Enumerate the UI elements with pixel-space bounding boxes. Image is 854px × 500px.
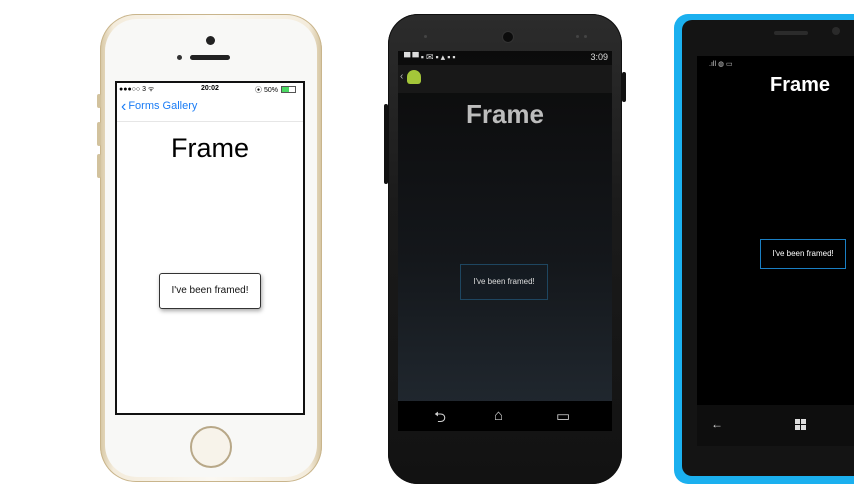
ios-carrier-signal: ●●●○○ 3 ᯤ [119,86,155,93]
android-sensor [424,35,427,38]
wp-front-camera [832,27,840,35]
ios-navigation-bar: ‹ Forms Gallery [117,97,303,122]
android-sensor [584,35,587,38]
android-up-icon[interactable]: ‹ [400,71,403,82]
android-screen: ▀▀▪✉▪▴▪▪ 3:09 ‹ Frame I've been framed! … [398,51,612,431]
android-page-title: Frame [465,99,545,129]
wp-frame-box: I've been framed! [760,239,846,269]
windows-phone-device: .ıll ◍ ▭ Frame I've been framed! ← [674,14,854,484]
earpiece-speaker [190,55,230,60]
recent-apps-icon[interactable]: ▭ [556,407,570,425]
proximity-sensor [177,55,182,60]
mute-switch [97,94,101,108]
android-notification-icons: ▀▀▪✉▪▴▪▪ [404,52,458,62]
android-action-bar: ‹ [398,65,612,93]
android-navigation-bar: ⮌ ⌂ ▭ [398,401,612,431]
volume-up-button [97,122,101,146]
wp-screen: .ıll ◍ ▭ Frame I've been framed! ← [697,56,854,446]
android-frame-label: I've been framed! [473,277,535,286]
back-icon[interactable]: ⮌ [434,407,446,431]
ios-clock: 20:02 [201,85,219,92]
ios-screen: ●●●○○ 3 ᯤ 20:02 ⦿ 50% ‹ Forms Gallery Fra… [115,81,305,415]
chevron-left-icon: ‹ [121,98,127,115]
android-logo-icon[interactable] [407,70,421,84]
home-icon[interactable]: ⌂ [494,407,503,424]
ios-status-bar: ●●●○○ 3 ᯤ 20:02 ⦿ 50% [117,84,303,94]
android-power-button [622,72,626,102]
wp-earpiece-speaker [774,31,808,35]
android-volume-button [384,104,388,184]
front-camera [206,36,215,45]
iphone-device: ●●●○○ 3 ᯤ 20:02 ⦿ 50% ‹ Forms Gallery Fra… [97,14,322,482]
android-device: ▀▀▪✉▪▴▪▪ 3:09 ‹ Frame I've been framed! … [384,14,626,484]
android-clock: 3:09 [590,52,608,62]
wp-page-title: Frame [770,74,831,96]
ios-back-label: Forms Gallery [128,100,198,112]
ios-back-button[interactable]: ‹ Forms Gallery [121,98,198,115]
wp-status-icons: .ıll ◍ ▭ [709,61,733,68]
home-button[interactable] [190,426,232,468]
ios-frame-label: I've been framed! [171,285,249,296]
wp-app-bar: ← [697,405,854,446]
windows-start-icon[interactable] [795,419,807,431]
android-frame-box: I've been framed! [460,264,548,300]
battery-icon [281,86,296,93]
volume-down-button [97,154,101,178]
ios-page-title: Frame [170,133,249,163]
wp-frame-label: I've been framed! [772,249,834,258]
back-arrow-icon[interactable]: ← [711,417,723,431]
ios-battery-percent: ⦿ 50% [255,87,278,94]
android-sensor [576,35,579,38]
ios-frame-box: I've been framed! [159,273,261,309]
android-status-bar: ▀▀▪✉▪▴▪▪ 3:09 [398,51,612,64]
android-front-camera [502,31,514,43]
